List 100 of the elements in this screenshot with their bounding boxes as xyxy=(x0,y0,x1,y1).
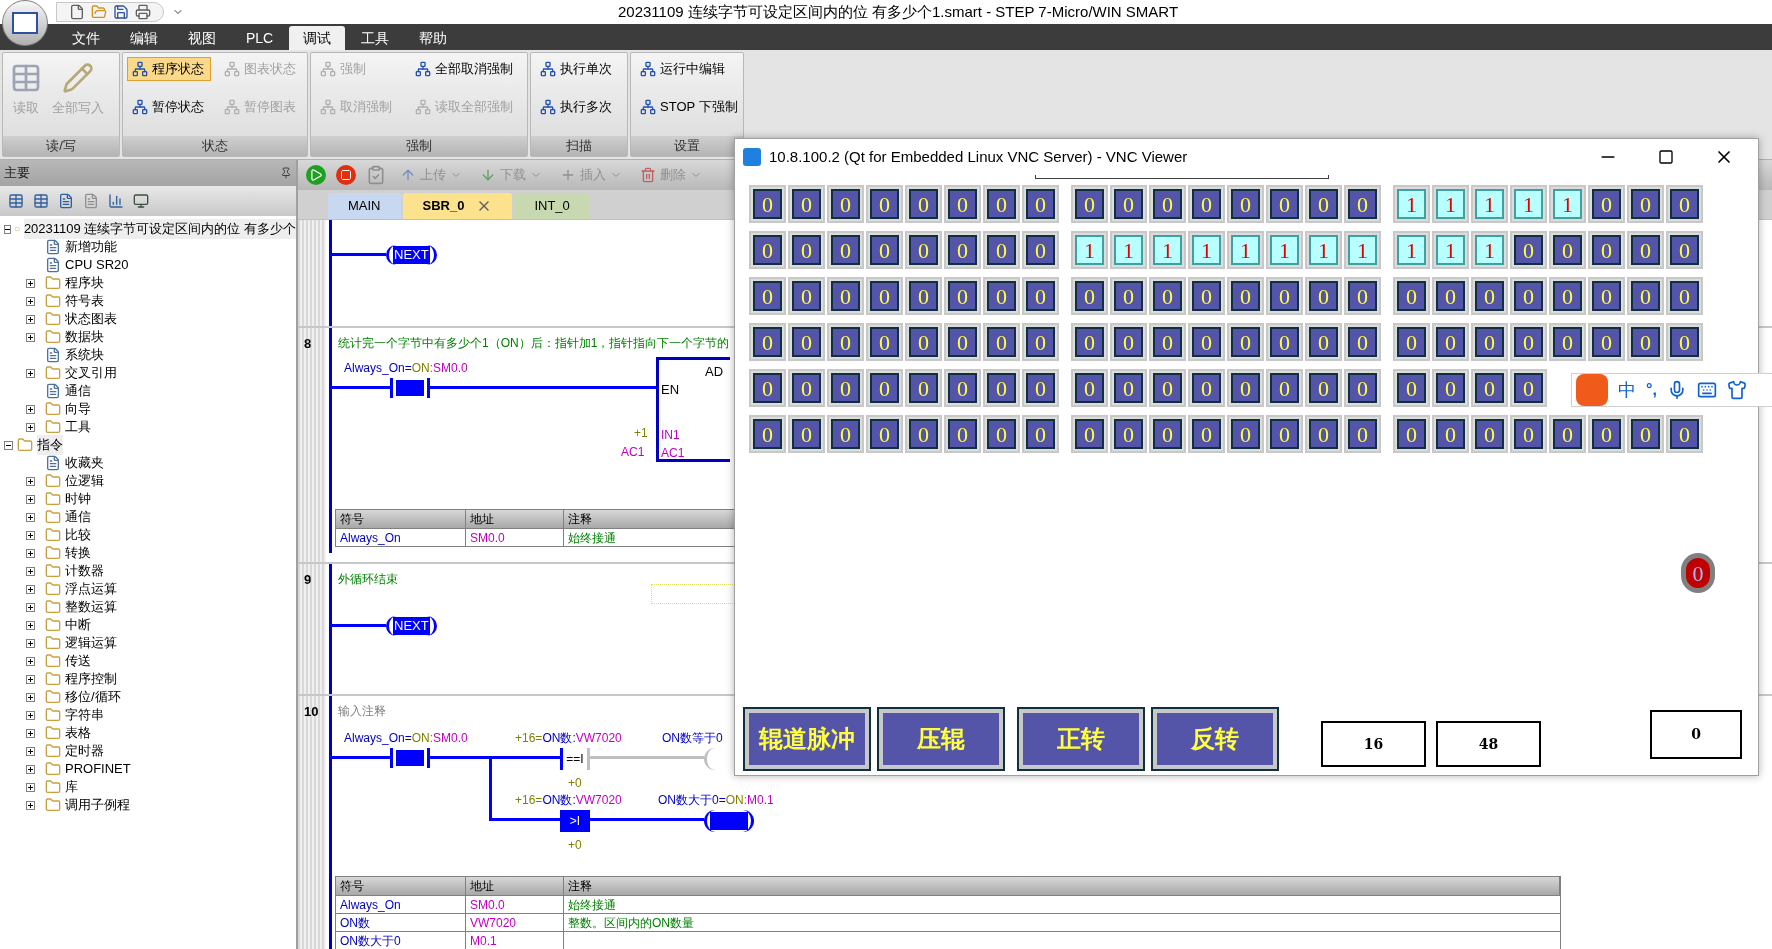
bit-indicator[interactable]: 0 xyxy=(1227,415,1264,453)
bit-indicator[interactable]: 0 xyxy=(1344,277,1381,315)
tree-item[interactable]: 库 xyxy=(65,777,78,797)
bit-indicator[interactable]: 0 xyxy=(1627,277,1664,315)
tree-item[interactable]: 通信 xyxy=(65,507,91,527)
tree-item[interactable]: 数据块 xyxy=(65,327,104,347)
bit-indicator[interactable]: 0 xyxy=(827,231,864,269)
menu-tab[interactable]: 编辑 xyxy=(116,26,172,50)
tree-item[interactable]: 整数运算 xyxy=(65,597,117,617)
bit-indicator[interactable]: 0 xyxy=(1149,185,1186,223)
bit-indicator[interactable]: 0 xyxy=(866,185,903,223)
tree-item[interactable]: 浮点运算 xyxy=(65,579,117,599)
tree-item[interactable]: 移位/循环 xyxy=(65,687,121,707)
menu-tab[interactable]: PLC xyxy=(232,26,288,50)
ribbon-button[interactable]: 执行单次 xyxy=(535,57,623,81)
tree-item[interactable]: 表格 xyxy=(65,723,91,743)
bit-indicator[interactable]: 0 xyxy=(1588,231,1625,269)
shirt-icon[interactable] xyxy=(1726,380,1747,400)
expand-toggle-icon[interactable] xyxy=(26,476,35,486)
tree-item[interactable]: 位逻辑 xyxy=(65,471,104,491)
expand-toggle-icon[interactable] xyxy=(26,512,35,522)
bit-indicator[interactable]: 1 xyxy=(1110,231,1147,269)
contact-symbol[interactable] xyxy=(390,378,430,398)
chart-icon[interactable] xyxy=(108,193,124,209)
bit-indicator[interactable]: 0 xyxy=(1188,185,1225,223)
bit-indicator[interactable]: 0 xyxy=(866,231,903,269)
bit-indicator[interactable]: 0 xyxy=(1549,277,1586,315)
menu-tab[interactable]: 视图 xyxy=(174,26,230,50)
bit-indicator[interactable]: 0 xyxy=(1471,277,1508,315)
ribbon-button[interactable]: 程序状态 xyxy=(127,57,211,81)
maximize-icon[interactable] xyxy=(1658,149,1674,165)
compare-contact[interactable]: >I xyxy=(560,810,590,832)
bit-indicator[interactable]: 0 xyxy=(983,277,1020,315)
bit-indicator[interactable]: 1 xyxy=(1393,185,1430,223)
expand-toggle-icon[interactable] xyxy=(26,494,35,504)
expand-toggle-icon[interactable] xyxy=(26,764,35,774)
contact-symbol[interactable] xyxy=(390,748,430,768)
expand-toggle-icon[interactable] xyxy=(26,692,35,702)
bit-indicator[interactable]: 1 xyxy=(1471,185,1508,223)
expand-toggle-icon[interactable] xyxy=(26,782,35,792)
expand-toggle-icon[interactable] xyxy=(26,638,35,648)
bit-indicator[interactable]: 0 xyxy=(1149,415,1186,453)
expand-toggle-icon[interactable] xyxy=(26,332,35,342)
bit-indicator[interactable]: 1 xyxy=(1549,185,1586,223)
bit-indicator[interactable]: 0 xyxy=(1227,185,1264,223)
tree-item[interactable]: 向导 xyxy=(65,399,91,419)
bit-indicator[interactable]: 0 xyxy=(1549,415,1586,453)
bit-indicator[interactable]: 0 xyxy=(1666,231,1703,269)
bit-indicator[interactable]: 0 xyxy=(1432,323,1469,361)
bit-indicator[interactable]: 1 xyxy=(1227,231,1264,269)
bit-indicator[interactable]: 0 xyxy=(1149,277,1186,315)
expand-toggle-icon[interactable] xyxy=(26,422,35,432)
bit-indicator[interactable]: 0 xyxy=(944,231,981,269)
bit-indicator[interactable]: 0 xyxy=(1227,277,1264,315)
tree-item[interactable]: 新增功能 xyxy=(65,237,117,257)
bit-indicator[interactable]: 0 xyxy=(905,323,942,361)
tree-item[interactable]: PROFINET xyxy=(65,759,131,779)
bit-indicator[interactable]: 0 xyxy=(983,415,1020,453)
collapse-toggle-icon[interactable] xyxy=(4,440,13,450)
bit-indicator[interactable]: 0 xyxy=(1266,185,1303,223)
bit-indicator[interactable]: 0 xyxy=(1071,323,1108,361)
bit-indicator[interactable]: 0 xyxy=(1022,231,1059,269)
bit-indicator[interactable]: 0 xyxy=(749,415,786,453)
tree-item[interactable]: 工具 xyxy=(65,417,91,437)
ribbon-button[interactable]: 运行中编辑 xyxy=(635,57,743,81)
bit-indicator[interactable]: 0 xyxy=(827,185,864,223)
pin-icon[interactable] xyxy=(280,167,292,179)
tree-item[interactable]: 时钟 xyxy=(65,489,91,509)
bit-indicator[interactable]: 0 xyxy=(866,415,903,453)
tree-item[interactable]: 符号表 xyxy=(65,291,104,311)
hmi-button[interactable]: 辊道脉冲 xyxy=(745,709,869,769)
save-icon[interactable] xyxy=(113,4,129,20)
bit-indicator[interactable]: 0 xyxy=(1188,415,1225,453)
bit-indicator[interactable]: 0 xyxy=(1071,369,1108,407)
bit-indicator[interactable]: 0 xyxy=(1110,369,1147,407)
expand-toggle-icon[interactable] xyxy=(26,314,35,324)
bit-indicator[interactable]: 0 xyxy=(944,369,981,407)
expand-toggle-icon[interactable] xyxy=(26,368,35,378)
bit-indicator[interactable]: 1 xyxy=(1510,185,1547,223)
expand-toggle-icon[interactable] xyxy=(26,728,35,738)
tree-item[interactable]: 指令 xyxy=(37,435,63,455)
add-instruction-box[interactable]: AD EN IN1 AC1 xyxy=(656,357,730,462)
bit-indicator[interactable]: 0 xyxy=(1110,323,1147,361)
bit-indicator[interactable]: 0 xyxy=(1110,415,1147,453)
bit-indicator[interactable]: 0 xyxy=(1266,369,1303,407)
bit-indicator[interactable]: 0 xyxy=(1588,277,1625,315)
bit-indicator[interactable]: 0 xyxy=(1588,185,1625,223)
bit-indicator[interactable]: 0 xyxy=(1627,231,1664,269)
tree-item[interactable]: 字符串 xyxy=(65,705,104,725)
run-icon[interactable] xyxy=(306,165,326,185)
expand-toggle-icon[interactable] xyxy=(26,404,35,414)
bit-indicator[interactable]: 0 xyxy=(1432,277,1469,315)
bit-indicator[interactable]: 0 xyxy=(1666,415,1703,453)
bit-indicator[interactable]: 0 xyxy=(944,277,981,315)
bit-indicator[interactable]: 0 xyxy=(1627,415,1664,453)
expand-toggle-icon[interactable] xyxy=(26,620,35,630)
bit-indicator[interactable]: 0 xyxy=(905,231,942,269)
bit-indicator[interactable]: 0 xyxy=(1022,323,1059,361)
bit-indicator[interactable]: 0 xyxy=(1432,415,1469,453)
bit-indicator[interactable]: 1 xyxy=(1305,231,1342,269)
